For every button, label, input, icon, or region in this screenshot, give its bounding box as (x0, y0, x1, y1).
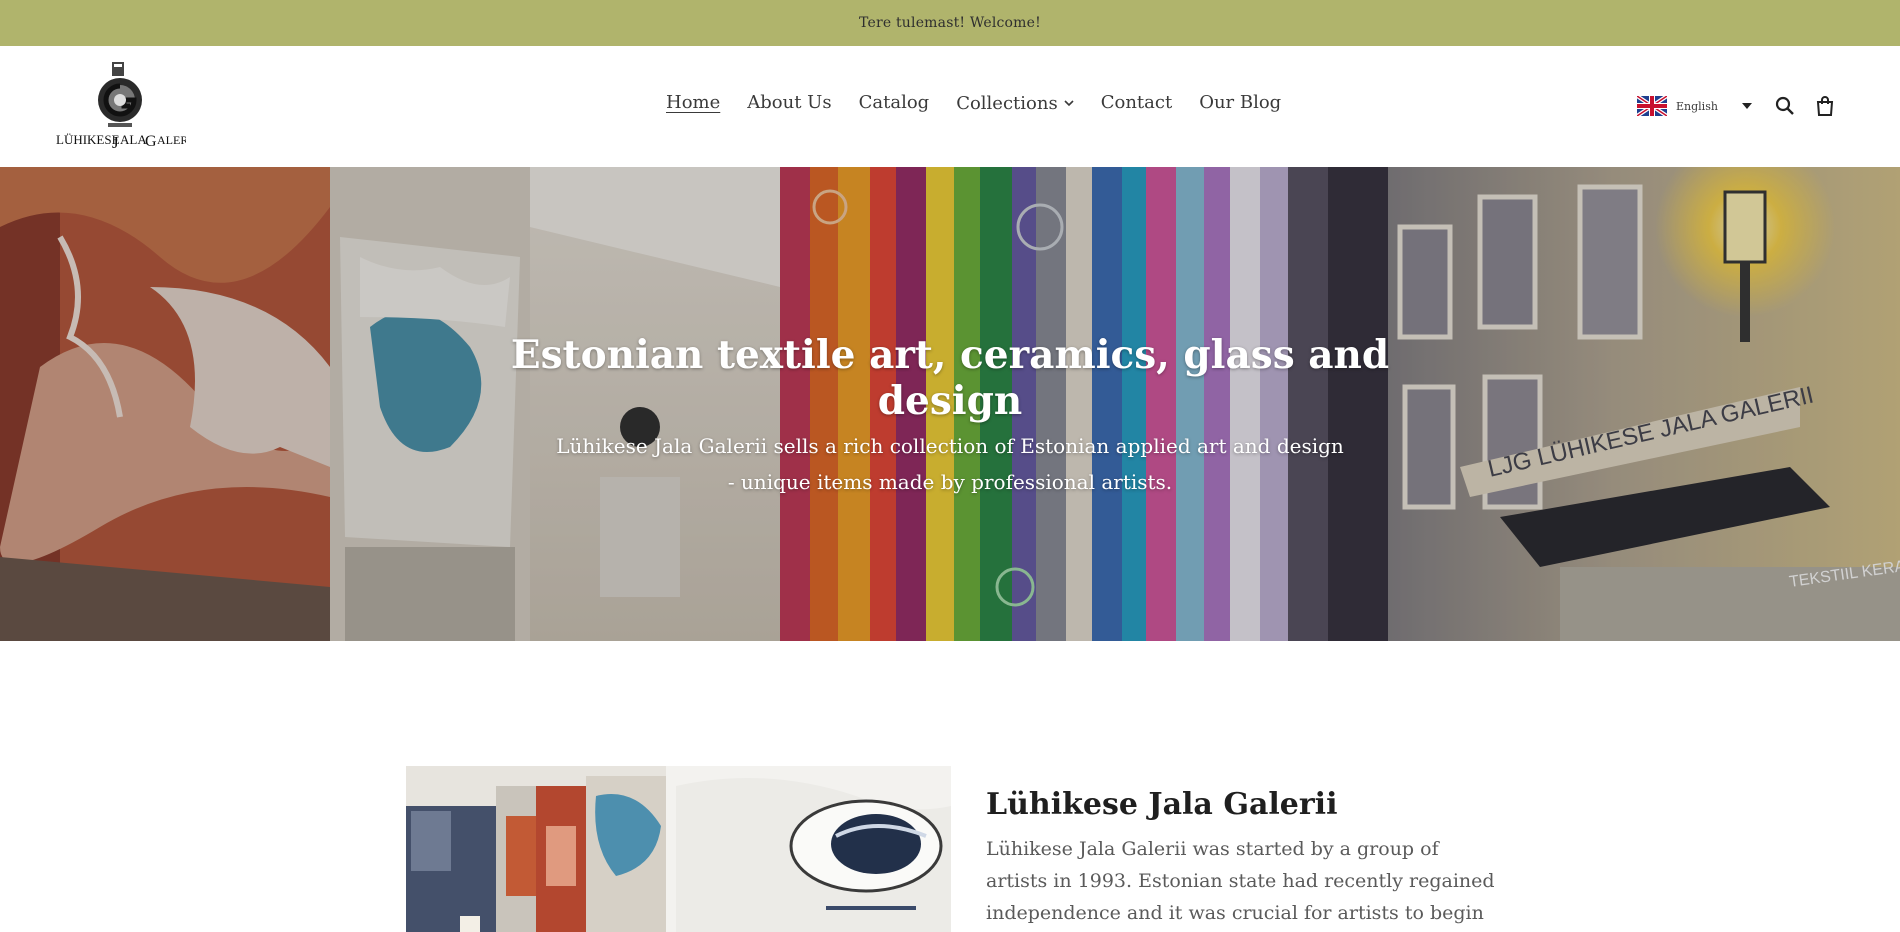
nav-about-us[interactable]: About Us (747, 92, 831, 114)
svg-text:G: G (145, 133, 157, 150)
cart-icon (1816, 96, 1834, 116)
chevron-down-icon (1064, 99, 1074, 106)
svg-text:ALA: ALA (120, 132, 147, 147)
caret-down-icon (1742, 103, 1752, 109)
about-image (406, 766, 951, 932)
uk-flag-icon (1637, 96, 1667, 116)
announcement-bar: Tere tulemast! Welcome! (0, 0, 1900, 46)
about-title: Lühikese Jala Galerii (986, 787, 1338, 822)
hero-text: Estonian textile art, ceramics, glass an… (450, 332, 1450, 500)
site-logo[interactable]: LÜHIKESE J ALA G ALERII (54, 60, 186, 152)
nav-contact[interactable]: Contact (1101, 92, 1172, 114)
nav-our-blog[interactable]: Our Blog (1199, 92, 1281, 114)
search-icon (1775, 96, 1794, 115)
nav-catalog[interactable]: Catalog (859, 92, 930, 114)
svg-text:J: J (112, 133, 119, 152)
svg-text:LÜHIKESE: LÜHIKESE (56, 132, 120, 147)
svg-text:ALERII: ALERII (157, 133, 186, 147)
hero-title: Estonian textile art, ceramics, glass an… (510, 332, 1390, 424)
nav-collections[interactable]: Collections (956, 93, 1074, 114)
hero-subtitle: Lühikese Jala Galerii sells a rich colle… (556, 434, 1344, 494)
language-label: English (1676, 99, 1718, 113)
about-section: Lühikese Jala Galerii Lühikese Jala Gale… (986, 786, 1501, 932)
main-nav: Home About Us Catalog Collections Contac… (666, 92, 1308, 114)
about-body: Lühikese Jala Galerii was started by a g… (986, 838, 1495, 924)
nav-collections-label: Collections (956, 92, 1058, 114)
nav-home[interactable]: Home (666, 92, 720, 114)
announcement-text: Tere tulemast! Welcome! (859, 15, 1041, 31)
search-button[interactable] (1773, 94, 1797, 118)
logo-mark: LÜHIKESE J ALA G ALERII (56, 62, 186, 152)
language-selector[interactable]: English (1637, 96, 1752, 116)
cart-button[interactable] (1813, 94, 1837, 118)
gallery-interior-image (406, 766, 951, 932)
site-header: LÜHIKESE J ALA G ALERII Home About Us Ca… (0, 46, 1900, 167)
hero-banner: LJG LÜHIKESE JALA GALERII TEKSTIIL KERAA… (0, 167, 1900, 641)
